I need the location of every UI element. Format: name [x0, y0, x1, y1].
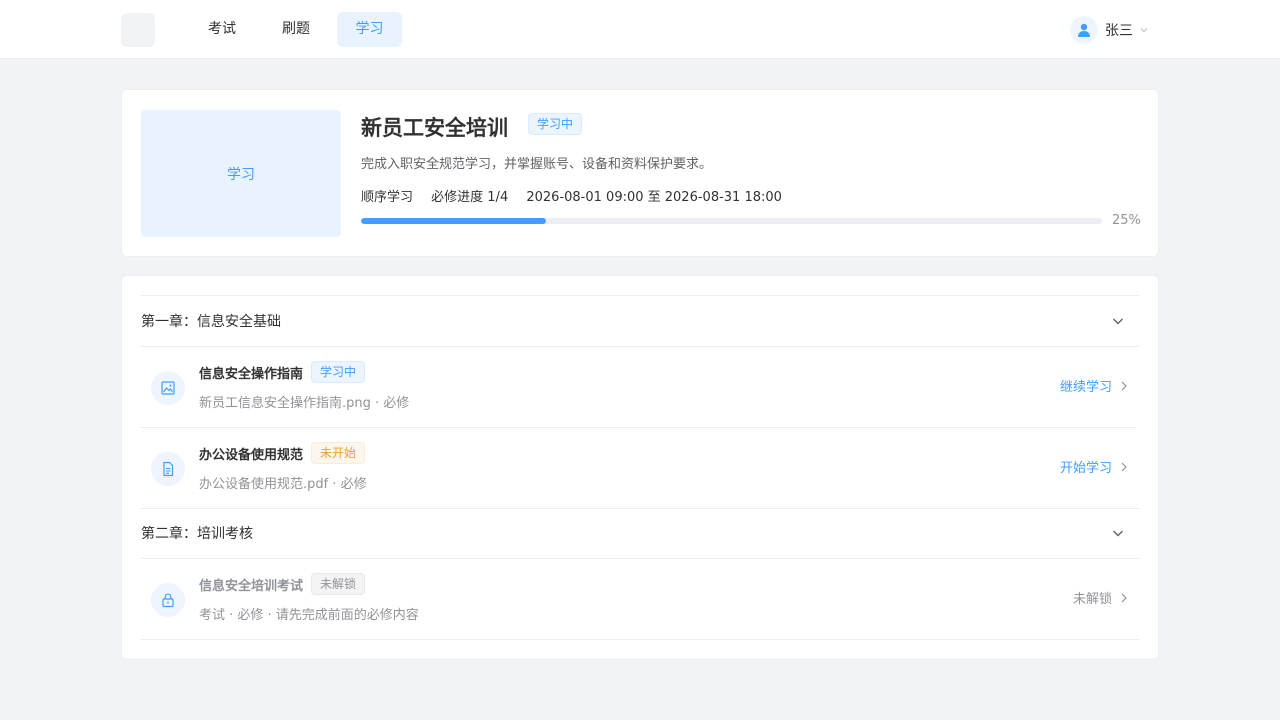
start-learning-link[interactable]: 开始学习: [1060, 457, 1128, 476]
username: 张三: [1105, 23, 1133, 39]
course-period: 2026-08-01 09:00 至 2026-08-31 18:00: [526, 190, 782, 205]
chapter-title: 第二章：培训考核: [141, 526, 253, 542]
chapters-card: 第一章：信息安全基础 信息安全操作指南 学习中 新员工信息安全操作指南.png …: [121, 275, 1159, 660]
lesson-status-badge: 未解锁: [311, 573, 366, 595]
lock-icon: [151, 583, 185, 617]
required-progress: 必修进度 1/4: [431, 190, 509, 205]
chevron-right-icon: [1121, 381, 1127, 390]
nav-study[interactable]: 学习: [337, 12, 402, 47]
chevron-down-icon[interactable]: [1111, 314, 1125, 328]
chapter-title: 第一章：信息安全基础: [141, 314, 281, 330]
locked-action[interactable]: 未解锁: [1073, 588, 1128, 607]
chapter-header-2[interactable]: 第二章：培训考核: [141, 508, 1140, 558]
top-navbar: 考试 刷题 学习 张三: [0, 0, 1280, 59]
divider: [141, 639, 1140, 640]
chapter-header-1[interactable]: 第一章：信息安全基础: [141, 296, 1140, 346]
action-label: 开始学习: [1059, 461, 1112, 476]
course-status-badge: 学习中: [528, 113, 583, 135]
nav-exam[interactable]: 考试: [198, 12, 246, 47]
lesson-subtitle: 新员工信息安全操作指南.png · 必修: [199, 396, 410, 411]
lesson-title: 办公设备使用规范: [199, 448, 304, 463]
chevron-down-icon: [1140, 28, 1148, 33]
lesson-subtitle: 办公设备使用规范.pdf · 必修: [199, 477, 367, 492]
chevron-down-icon[interactable]: [1111, 526, 1125, 540]
nav-practice[interactable]: 刷题: [272, 12, 320, 47]
progress-fill: [361, 218, 547, 224]
action-label: 未解锁: [1072, 592, 1112, 607]
avatar: [1070, 16, 1098, 44]
course-cover: 学习: [141, 110, 341, 237]
lesson-title: 信息安全培训考试: [199, 579, 304, 594]
image-icon: [151, 371, 185, 405]
continue-learning-link[interactable]: 继续学习: [1060, 376, 1128, 395]
lesson-item-1[interactable]: 信息安全操作指南 学习中 新员工信息安全操作指南.png · 必修 继续学习: [141, 347, 1140, 427]
progress-bar: [361, 218, 1102, 224]
course-description: 完成入职安全规范学习，并掌握账号、设备和资料保护要求。: [361, 157, 713, 172]
lesson-status-badge: 未开始: [311, 442, 366, 464]
action-label: 继续学习: [1059, 380, 1112, 395]
lesson-status-badge: 学习中: [311, 361, 366, 383]
user-menu[interactable]: 张三: [1070, 15, 1149, 45]
course-meta: 顺序学习 必修进度 1/4 2026-08-01 09:00 至 2026-08…: [361, 186, 796, 205]
logo[interactable]: [121, 13, 155, 47]
lesson-title: 信息安全操作指南: [199, 367, 304, 382]
lesson-item-3[interactable]: 信息安全培训考试 未解锁 考试 · 必修 · 请先完成前面的必修内容 未解锁: [141, 559, 1140, 639]
chevron-right-icon: [1121, 462, 1127, 471]
lesson-item-2[interactable]: 办公设备使用规范 未开始 办公设备使用规范.pdf · 必修 开始学习: [141, 428, 1140, 508]
document-icon: [151, 452, 185, 486]
chevron-right-icon: [1121, 593, 1127, 602]
user-icon: [1078, 23, 1090, 37]
course-title: 新员工安全培训: [361, 116, 508, 140]
learning-mode: 顺序学习: [361, 190, 414, 205]
lesson-subtitle: 考试 · 必修 · 请先完成前面的必修内容: [199, 608, 419, 623]
progress-percent: 25%: [1112, 213, 1141, 228]
course-summary-card: 学习 新员工安全培训 学习中 完成入职安全规范学习，并掌握账号、设备和资料保护要…: [121, 89, 1159, 257]
